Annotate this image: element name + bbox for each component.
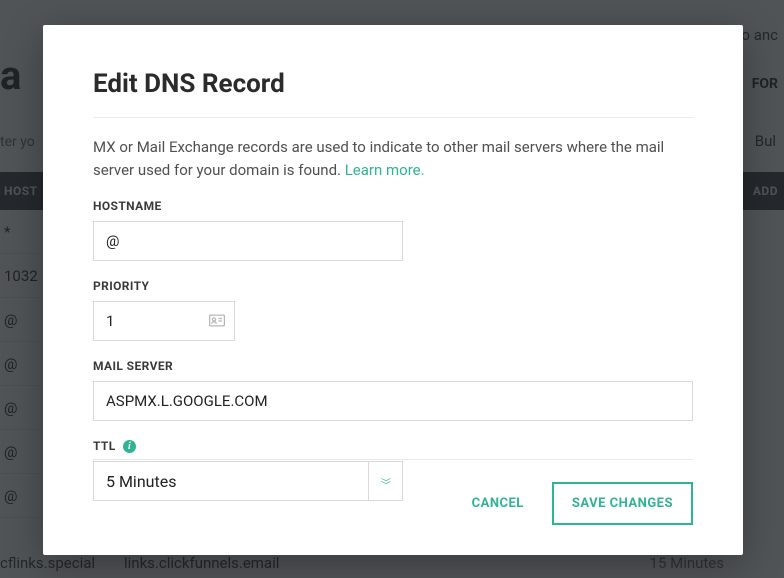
ttl-label-text: TTL — [93, 439, 116, 453]
contact-card-icon — [209, 312, 225, 331]
save-changes-button[interactable]: SAVE CHANGES — [552, 482, 693, 525]
mail-server-input[interactable] — [93, 381, 693, 421]
ttl-label: TTL i — [93, 439, 693, 453]
edit-dns-record-modal: Edit DNS Record MX or Mail Exchange reco… — [43, 25, 743, 555]
mail-server-label: MAIL SERVER — [93, 359, 693, 373]
info-icon[interactable]: i — [123, 440, 136, 453]
modal-actions: CANCEL SAVE CHANGES — [93, 459, 693, 525]
modal-title: Edit DNS Record — [93, 69, 693, 99]
mail-server-field: MAIL SERVER — [93, 359, 693, 421]
modal-description: MX or Mail Exchange records are used to … — [93, 136, 693, 181]
hostname-input[interactable] — [93, 221, 403, 261]
hostname-label: HOSTNAME — [93, 199, 693, 213]
priority-label: PRIORITY — [93, 279, 693, 293]
hostname-field: HOSTNAME — [93, 199, 693, 261]
divider — [93, 117, 693, 118]
learn-more-link[interactable]: Learn more. — [345, 161, 425, 179]
priority-field: PRIORITY — [93, 279, 693, 341]
cancel-button[interactable]: CANCEL — [456, 484, 540, 523]
